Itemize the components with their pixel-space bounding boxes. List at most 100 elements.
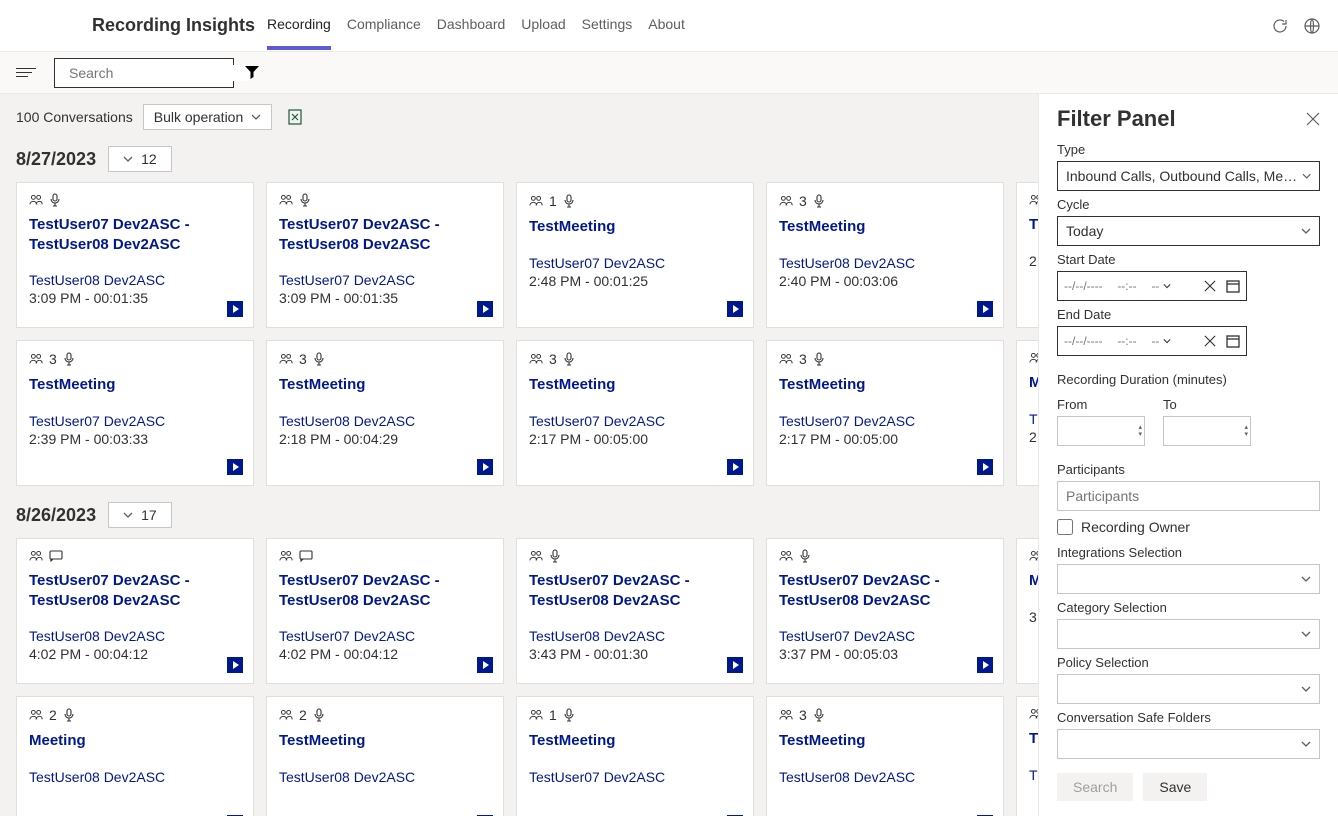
conversation-card[interactable]: 3TestMeetingTestUser07 Dev2ASC2:39 PM - … [16, 340, 254, 486]
save-button[interactable]: Save [1143, 773, 1207, 801]
conversation-card[interactable]: TestUser07 Dev2ASC - TestUser08 Dev2ASCT… [266, 182, 504, 328]
end-date-input[interactable]: --/--/---- --:-- -- [1057, 326, 1247, 356]
card-owner: TestUser07 Dev2ASC [529, 769, 741, 785]
nav-tab-recording[interactable]: Recording [267, 2, 331, 50]
play-button[interactable] [227, 301, 243, 317]
filter-icon[interactable] [244, 64, 262, 82]
card-title: TestMeeting [779, 217, 991, 237]
card-icons: 3 [779, 351, 991, 367]
card-icons [1029, 351, 1038, 365]
refresh-icon[interactable] [1270, 16, 1290, 36]
conversation-card[interactable]: 3TestMeetingTestUser07 Dev2ASC2:17 PM - … [516, 340, 754, 486]
calendar-icon[interactable] [1226, 279, 1240, 293]
close-icon[interactable] [1306, 112, 1320, 126]
card-icons: 1 [529, 707, 741, 723]
conversation-card[interactable]: 2MeetingTestUser08 Dev2ASC [16, 696, 254, 816]
card-owner: TestUser08 Dev2ASC [29, 272, 241, 288]
people-icon [779, 352, 793, 366]
card-owner: TestUser08 Dev2ASC [779, 255, 991, 271]
participants-label: Participants [1057, 462, 1320, 477]
card-title: TestMeeting [779, 731, 991, 751]
clear-icon[interactable] [1204, 280, 1216, 292]
play-button[interactable] [727, 657, 743, 673]
conversation-card[interactable]: MT2: [1016, 340, 1038, 486]
search-input-wrap[interactable] [54, 58, 234, 88]
nav-tab-upload[interactable]: Upload [521, 2, 565, 50]
conversation-card[interactable]: 3TestMeetingTestUser07 Dev2ASC2:17 PM - … [766, 340, 1004, 486]
recording-owner-label: Recording Owner [1081, 519, 1190, 535]
search-button[interactable]: Search [1057, 773, 1133, 801]
microphone-icon [299, 193, 311, 207]
app-title: Recording Insights [92, 15, 255, 36]
conversation-card[interactable]: TT [1016, 696, 1038, 816]
participant-count: 1 [549, 193, 557, 209]
integrations-select[interactable] [1057, 564, 1320, 594]
category-select[interactable] [1057, 619, 1320, 649]
duration-label: Recording Duration (minutes) [1057, 372, 1320, 387]
people-icon [1029, 707, 1038, 721]
group-expand-button[interactable]: 12 [108, 146, 172, 172]
microphone-icon [313, 352, 325, 366]
play-button[interactable] [977, 459, 993, 475]
card-title: TestMeeting [279, 375, 491, 395]
play-button[interactable] [727, 459, 743, 475]
card-icons [1029, 549, 1038, 563]
group-expand-button[interactable]: 17 [108, 502, 172, 528]
type-value: Inbound Calls, Outbound Calls, Meetin... [1066, 168, 1302, 184]
participant-count: 2 [49, 707, 57, 723]
type-label: Type [1057, 142, 1320, 157]
conversation-list[interactable]: 100 Conversations Bulk operation 8/27/20… [0, 94, 1038, 816]
conversation-card[interactable]: T2: [1016, 182, 1038, 328]
duration-from-input[interactable] [1057, 416, 1145, 446]
play-button[interactable] [227, 657, 243, 673]
conversation-card[interactable]: TestUser07 Dev2ASC - TestUser08 Dev2ASCT… [16, 182, 254, 328]
nav-tab-settings[interactable]: Settings [582, 2, 633, 50]
policy-select[interactable] [1057, 674, 1320, 704]
play-button[interactable] [977, 657, 993, 673]
from-label: From [1057, 397, 1145, 412]
bulk-operation-dropdown[interactable]: Bulk operation [143, 104, 273, 130]
play-button[interactable] [977, 301, 993, 317]
conversation-card[interactable]: TestUser07 Dev2ASC - TestUser08 Dev2ASCT… [766, 538, 1004, 684]
play-button[interactable] [477, 301, 493, 317]
nav-tab-dashboard[interactable]: Dashboard [437, 2, 506, 50]
recording-owner-checkbox[interactable] [1057, 519, 1073, 535]
conversation-card[interactable]: TestUser07 Dev2ASC - TestUser08 Dev2ASCT… [16, 538, 254, 684]
type-select[interactable]: Inbound Calls, Outbound Calls, Meetin... [1057, 161, 1320, 191]
chevron-down-icon [1301, 629, 1311, 639]
conversation-card[interactable]: 3TestMeetingTestUser08 Dev2ASC [766, 696, 1004, 816]
conversation-card[interactable]: 3TestMeetingTestUser08 Dev2ASC2:18 PM - … [266, 340, 504, 486]
search-input[interactable] [69, 65, 250, 81]
duration-to-input[interactable] [1163, 416, 1251, 446]
nav-tab-about[interactable]: About [648, 2, 685, 50]
clear-icon[interactable] [1204, 335, 1216, 347]
play-button[interactable] [477, 459, 493, 475]
card-title: M [1029, 373, 1038, 393]
chat-icon [49, 550, 63, 562]
globe-icon[interactable] [1302, 16, 1322, 36]
conversation-card[interactable]: 1 TestMeeting TestUser07 Dev2ASC [516, 696, 754, 816]
card-title: TestMeeting [529, 731, 741, 751]
card-icons: 3 [29, 351, 241, 367]
conversation-card[interactable]: 3TestMeetingTestUser08 Dev2ASC2:40 PM - … [766, 182, 1004, 328]
menu-icon[interactable] [16, 63, 36, 83]
recording-owner-checkbox-row[interactable]: Recording Owner [1057, 519, 1320, 535]
start-date-input[interactable]: --/--/---- --:-- -- [1057, 271, 1247, 301]
cycle-select[interactable]: Today [1057, 216, 1320, 246]
card-title: TestMeeting [29, 375, 241, 395]
play-button[interactable] [477, 657, 493, 673]
cycle-label: Cycle [1057, 197, 1320, 212]
export-excel-icon[interactable] [286, 108, 304, 126]
participants-input[interactable] [1057, 481, 1320, 511]
play-button[interactable] [727, 301, 743, 317]
people-icon [279, 352, 293, 366]
conversation-card[interactable]: 1TestMeetingTestUser07 Dev2ASC2:48 PM - … [516, 182, 754, 328]
calendar-icon[interactable] [1226, 334, 1240, 348]
nav-tab-compliance[interactable]: Compliance [347, 2, 421, 50]
play-button[interactable] [227, 459, 243, 475]
conversation-card[interactable]: M3: [1016, 538, 1038, 684]
conversation-card[interactable]: 2TestMeetingTestUser08 Dev2ASC [266, 696, 504, 816]
conversation-card[interactable]: TestUser07 Dev2ASC - TestUser08 Dev2ASCT… [266, 538, 504, 684]
conversation-card[interactable]: TestUser07 Dev2ASC - TestUser08 Dev2ASCT… [516, 538, 754, 684]
folders-select[interactable] [1057, 729, 1320, 759]
